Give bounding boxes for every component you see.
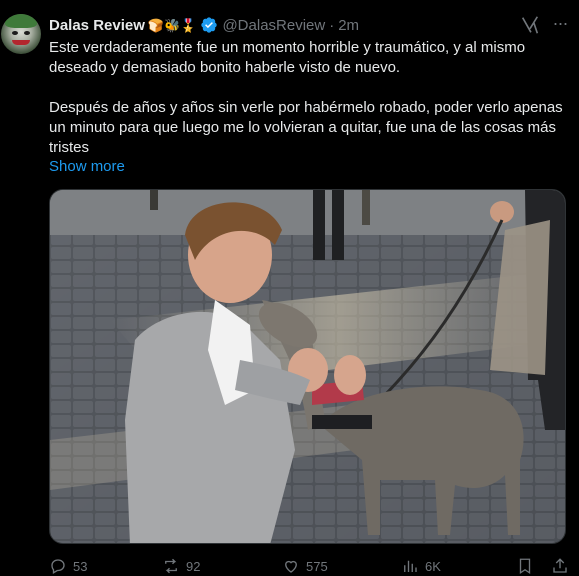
avatar[interactable] [1,14,41,54]
reply-button[interactable]: 53 [49,556,87,576]
like-icon [285,560,297,573]
views-button[interactable]: 6K [401,556,441,576]
like-button[interactable]: 575 [282,556,328,576]
more-options-icon[interactable]: ··· [549,14,571,34]
media-photo [50,190,565,543]
avatar-mouth [12,40,30,45]
tweet[interactable]: Dalas Review 🍞🐝🎖️ @DalasReview · 2m ··· … [0,0,579,576]
reply-count: 53 [73,558,88,574]
avatar-eye [24,31,30,35]
grok-icon[interactable] [519,14,541,36]
tweet-text: Este verdaderamente fue un momento horri… [49,39,563,156]
share-icon [553,558,567,573]
timestamp[interactable]: 2m [338,17,359,34]
tweet-header: Dalas Review 🍞🐝🎖️ @DalasReview · 2m [49,14,359,36]
views-icon [404,560,417,572]
repost-button[interactable]: 92 [162,556,200,576]
separator-dot: · [329,16,335,34]
repost-icon [165,558,177,574]
name-badges: 🍞🐝🎖️ [147,17,197,33]
share-button[interactable] [551,556,575,576]
show-more-link[interactable]: Show more [49,157,125,177]
avatar-hair [5,14,37,28]
views-count: 6K [425,558,441,574]
avatar-eye [12,31,18,35]
repost-count: 92 [186,558,201,574]
reply-icon [51,559,65,574]
bookmark-button[interactable] [516,556,540,576]
display-name[interactable]: Dalas Review [49,17,145,34]
verified-badge-icon [201,17,218,33]
bookmark-icon [519,558,531,575]
tweet-media-video[interactable] [49,189,566,544]
like-count: 575 [306,558,328,574]
handle[interactable]: @DalasReview [222,17,325,34]
tweet-actions: 53 92 575 6K [49,556,573,576]
